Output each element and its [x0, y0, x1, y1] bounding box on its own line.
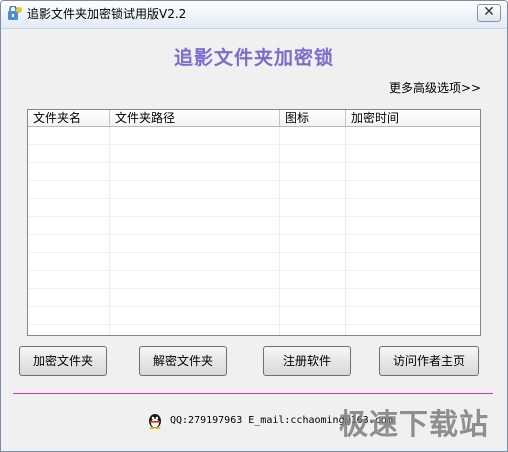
title-bar[interactable]: 追影文件夹加密锁试用版V2.2 ✕ [1, 1, 507, 29]
register-software-button[interactable]: 注册软件 [263, 346, 351, 376]
row-divider [28, 198, 480, 199]
row-divider [28, 144, 480, 145]
row-divider [28, 234, 480, 235]
column-divider [279, 127, 280, 335]
separator-line [13, 393, 493, 394]
visit-author-homepage-button[interactable]: 访问作者主页 [379, 346, 479, 376]
client-area: 追影文件夹加密锁 更多高级选项>> 文件夹名 文件夹路径 图标 加密时间 加密文… [5, 29, 503, 447]
row-divider [28, 270, 480, 271]
qq-penguin-icon [149, 414, 161, 429]
row-divider [28, 324, 480, 325]
decrypt-folder-button[interactable]: 解密文件夹 [139, 346, 227, 376]
column-header-icon[interactable]: 图标 [280, 110, 346, 126]
window-title: 追影文件夹加密锁试用版V2.2 [27, 7, 187, 21]
row-divider [28, 252, 480, 253]
column-divider [109, 127, 110, 335]
column-header-folder-name[interactable]: 文件夹名 [28, 110, 110, 126]
folder-list-table[interactable]: 文件夹名 文件夹路径 图标 加密时间 [27, 109, 481, 336]
row-divider [28, 306, 480, 307]
row-divider [28, 288, 480, 289]
column-divider [345, 127, 346, 335]
row-divider [28, 180, 480, 181]
more-options-link[interactable]: 更多高级选项>> [389, 79, 481, 96]
row-divider [28, 216, 480, 217]
column-header-folder-path[interactable]: 文件夹路径 [110, 110, 280, 126]
row-divider [28, 162, 480, 163]
close-icon: ✕ [483, 4, 495, 20]
table-header: 文件夹名 文件夹路径 图标 加密时间 [28, 110, 480, 127]
app-window: 追影文件夹加密锁试用版V2.2 ✕ 追影文件夹加密锁 更多高级选项>> 文件夹名… [0, 0, 508, 452]
app-icon [8, 6, 22, 20]
page-heading: 追影文件夹加密锁 [173, 47, 334, 69]
close-button[interactable]: ✕ [477, 4, 501, 22]
column-header-encrypt-time[interactable]: 加密时间 [346, 110, 480, 126]
watermark-text: 极速下载站 [339, 407, 490, 441]
encrypt-folder-button[interactable]: 加密文件夹 [19, 346, 107, 376]
